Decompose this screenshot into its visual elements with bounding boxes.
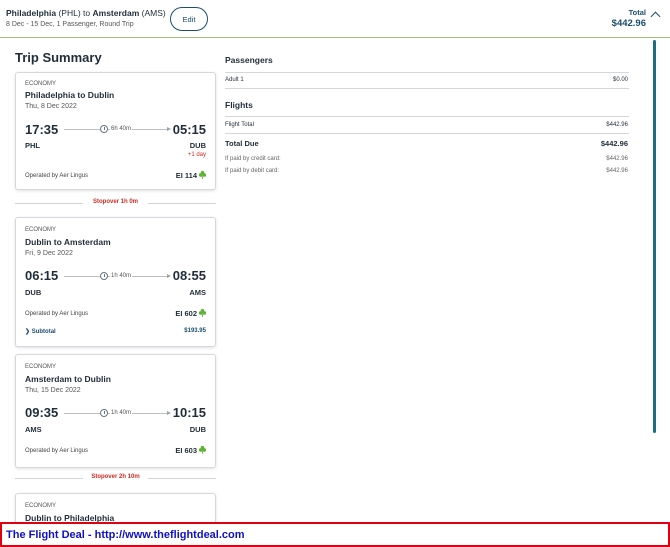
stopover-text: Stopover 1h 0m (92, 199, 138, 205)
adult-price: $0.00 (612, 77, 628, 83)
cabin-class: ECONOMY (25, 364, 57, 370)
flight-card: ECONOMY Philadelphia to Dublin Thu, 8 De… (15, 72, 216, 190)
operated-by: Operated by Aer Lingus (25, 311, 89, 317)
flight-date: Fri, 9 Dec 2022 (25, 250, 73, 257)
to-word: to (83, 8, 91, 18)
stopover-divider: Stopover 1h 0m (15, 199, 216, 209)
origin-code: (PHL) (58, 8, 81, 18)
subtotal-toggle[interactable]: ❯ Subtotal (25, 328, 56, 335)
shamrock-icon (198, 308, 207, 317)
flight-number: EI 602 (175, 309, 197, 318)
stopover-divider: Stopover 2h 10m (15, 474, 216, 484)
flight-route: Amsterdam to Dublin (25, 374, 111, 384)
dest-city: Amsterdam (92, 8, 140, 18)
flight-card: ECONOMY Dublin to Amsterdam Fri, 9 Dec 2… (15, 217, 216, 347)
shamrock-icon (198, 170, 207, 179)
departure-code: PHL (25, 141, 40, 150)
operated-by: Operated by Aer Lingus (25, 173, 89, 179)
departure-time: 09:35 (25, 405, 59, 420)
departure-code: DUB (25, 288, 42, 297)
flight-duration: 1h 40m (110, 410, 133, 416)
arrow-right-icon (167, 274, 171, 278)
flight-duration: 6h 40m (110, 126, 133, 132)
credit-card-label: If paid by credit card: (225, 156, 281, 162)
clock-icon (100, 272, 108, 280)
operated-by: Operated by Aer Lingus (25, 448, 89, 454)
flight-card: ECONOMY Amsterdam to Dublin Thu, 15 Dec … (15, 354, 216, 468)
arrival-time: 08:55 (172, 268, 206, 283)
watermark-banner: The Flight Deal - http://www.theflightde… (0, 522, 670, 547)
cabin-class: ECONOMY (25, 227, 57, 233)
credit-card-value: $442.96 (606, 156, 628, 162)
adult-label: Adult 1 (225, 77, 244, 83)
departure-time: 06:15 (25, 268, 59, 283)
trip-subtitle: 8 Dec - 15 Dec, 1 Passenger, Round Trip (6, 21, 134, 28)
section-divider (225, 72, 629, 73)
scrollbar-thumb[interactable] (653, 40, 656, 433)
clock-icon (100, 409, 108, 417)
departure-time: 17:35 (25, 122, 59, 137)
arrival-code: DUB (189, 425, 206, 434)
flight-total-label: Flight Total (225, 122, 254, 128)
chevron-up-icon[interactable] (650, 11, 661, 22)
total-label: Total (628, 8, 646, 17)
departure-code: AMS (25, 425, 42, 434)
flights-title: Flights (225, 100, 253, 110)
origin-city: Philadelphia (6, 8, 57, 18)
trip-header: Philadelphia (PHL) to Amsterdam (AMS) 8 … (0, 0, 670, 38)
total-due-label: Total Due (225, 139, 259, 148)
trip-route-title: Philadelphia (PHL) to Amsterdam (AMS) (6, 8, 166, 18)
clock-icon (100, 125, 108, 133)
shamrock-icon (198, 445, 207, 454)
arrival-code: AMS (189, 288, 206, 297)
flight-number: EI 603 (175, 446, 197, 455)
dest-code: (AMS) (141, 8, 166, 18)
stopover-text: Stopover 2h 10m (91, 474, 140, 480)
section-divider (225, 88, 629, 89)
arrival-time: 05:15 (172, 122, 206, 137)
flight-date: Thu, 15 Dec 2022 (25, 387, 81, 394)
flight-route: Philadelphia to Dublin (25, 90, 115, 100)
plus-day-badge: +1 day (187, 152, 206, 158)
flight-route: Dublin to Amsterdam (25, 237, 111, 247)
passengers-title: Passengers (225, 55, 273, 65)
arrival-code: DUB (189, 141, 206, 150)
cabin-class: ECONOMY (25, 503, 57, 509)
flight-date: Thu, 8 Dec 2022 (25, 103, 77, 110)
trip-summary-title: Trip Summary (15, 50, 102, 65)
section-divider (225, 133, 629, 134)
chevron-right-icon: ❯ (25, 329, 31, 335)
subtotal-amount: $193.95 (184, 328, 206, 334)
flight-total-value: $442.96 (606, 122, 628, 128)
flight-duration: 1h 40m (110, 273, 133, 279)
banner-text: The Flight Deal - http://www.theflightde… (6, 529, 245, 541)
subtotal-label: Subtotal (31, 329, 56, 335)
edit-button[interactable]: Edit (170, 7, 208, 31)
total-due-value: $442.96 (600, 139, 628, 148)
arrow-right-icon (167, 411, 171, 415)
debit-card-value: $442.96 (606, 168, 628, 174)
arrival-time: 10:15 (172, 405, 206, 420)
section-divider (225, 116, 629, 117)
total-amount: $442.96 (611, 18, 646, 29)
debit-card-label: If paid by debit card: (225, 168, 280, 174)
flight-number: EI 114 (175, 171, 197, 180)
arrow-right-icon (167, 127, 171, 131)
cabin-class: ECONOMY (25, 81, 57, 87)
